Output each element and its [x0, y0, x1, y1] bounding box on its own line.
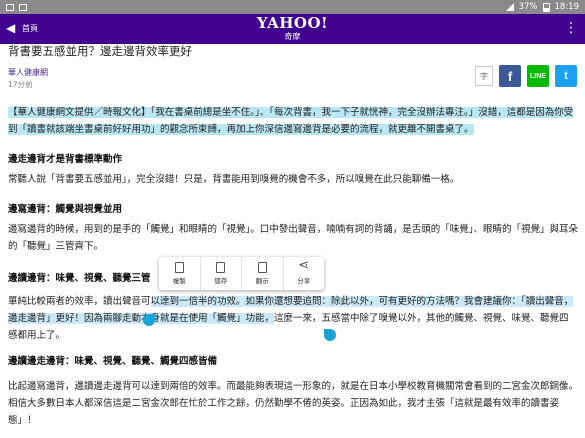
- save-button[interactable]: 儲存: [201, 257, 242, 290]
- arrow-left-icon[interactable]: ◀: [6, 22, 15, 34]
- battery-percent: 37%: [518, 2, 538, 12]
- paragraph-intro: 【華人健康網文提供／時報文化】「我在書桌前總是坐不住。」、「每次背書，我一下子就…: [8, 104, 578, 138]
- screenshot-icon: [19, 3, 27, 11]
- dictionary-button[interactable]: 翻示: [242, 257, 284, 290]
- paragraph-2: 常聽人說「背書要五感並用」，完全沒錯！只是，背書能用到嗅覺的機會不多，所以嗅覺在…: [8, 174, 460, 185]
- share-icon: [298, 258, 309, 273]
- selection-start-handle[interactable]: [143, 314, 155, 326]
- app-bar: YAHOO! 奇摩 ◀ 首頁 ⋮: [0, 14, 585, 44]
- signal-icon: [505, 3, 514, 11]
- dictionary-label: 翻示: [255, 277, 269, 285]
- section-heading-3: 邊讀邊背：味覺、視覺、聽覺三管: [8, 273, 151, 284]
- copy-label: 複製: [172, 277, 186, 285]
- status-right: 37% 18:19: [505, 2, 580, 12]
- share-button[interactable]: 分享: [284, 257, 325, 290]
- save-icon: [216, 262, 226, 273]
- section-heading-2: 邊寫邊背：觸覺與視覺並用: [8, 204, 123, 215]
- notification-icon: [6, 3, 14, 11]
- copy-icon: [174, 262, 184, 273]
- battery-icon: [542, 2, 550, 12]
- article-source[interactable]: 華人健康網: [8, 67, 48, 78]
- facebook-share-button[interactable]: f: [499, 65, 521, 87]
- paragraph-5: 比起邊寫邊背，邊讀邊走邊背可以達到兩倍的效率。而最能夠表現這一形象的，就是在日本…: [8, 381, 579, 426]
- article-title: 背書要五感並用？邊走邊背效率更好: [8, 44, 192, 58]
- status-left: [6, 3, 27, 11]
- save-label: 儲存: [214, 277, 228, 285]
- line-share-button[interactable]: LINE: [527, 65, 549, 87]
- font-size-button[interactable]: 字: [475, 66, 493, 86]
- logo-main-text: YAHOO!: [256, 14, 329, 32]
- dictionary-icon: [257, 262, 267, 273]
- paragraph-4-start: 單純比較兩者的效率，讀出聲音可: [8, 296, 151, 307]
- article-time: 17分前: [8, 80, 33, 89]
- twitter-share-button[interactable]: t: [555, 65, 577, 87]
- status-bar: 37% 18:19: [0, 0, 585, 14]
- share-label: 分享: [297, 277, 311, 285]
- clock: 18:19: [554, 2, 580, 12]
- text-selection-menu: 複製 儲存 翻示 分享: [159, 257, 324, 290]
- share-toolbar: 字 f LINE t: [475, 65, 577, 87]
- section-heading-4: 邊讀邊走邊背：味覺、視覺、聽覺、觸覺四感皆備: [8, 356, 218, 367]
- selected-text[interactable]: 【華人健康網文提供／時報文化】「我在書桌前總是坐不住。」、「每次背書，我一下子就…: [8, 107, 574, 135]
- paragraph-3: 邊寫邊背的時候，用到的是手的「觸覺」和眼睛的「視覺」。口中發出聲音，喃喃有詞的背…: [8, 224, 579, 252]
- home-link[interactable]: 首頁: [22, 23, 38, 34]
- selection-end-handle[interactable]: [324, 329, 336, 341]
- logo-sub-text: 奇摩: [284, 32, 301, 41]
- yahoo-logo[interactable]: YAHOO! 奇摩: [0, 16, 585, 42]
- section-heading-1: 邊走邊背才是背書標準動作: [8, 154, 123, 165]
- more-vert-icon[interactable]: ⋮: [564, 21, 578, 35]
- paragraph-4: 單純比較兩者的效率，讀出聲音可以達到一倍半的功效。如果你還想要追問：除此以外，可…: [8, 293, 578, 344]
- copy-button[interactable]: 複製: [159, 257, 201, 290]
